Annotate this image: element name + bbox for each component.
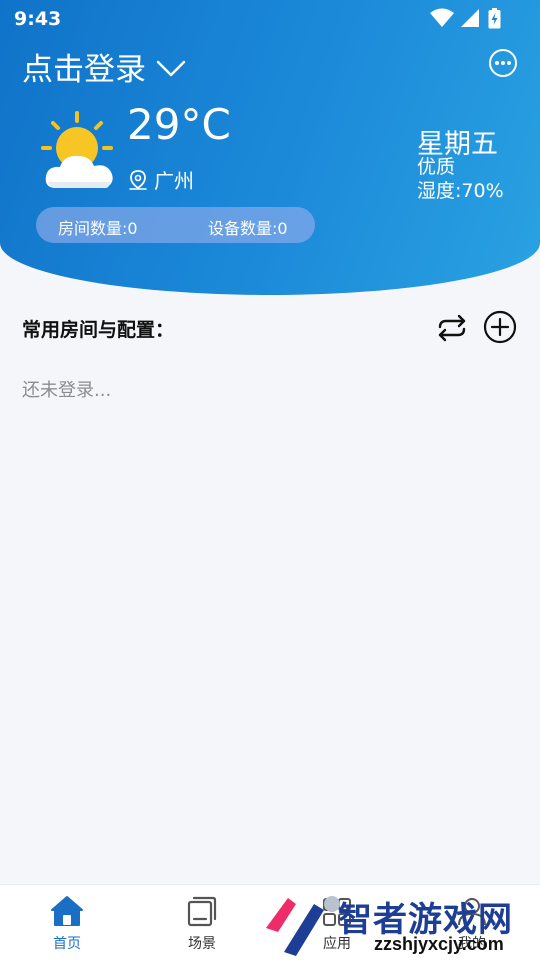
login-label: 点击登录 xyxy=(22,52,146,88)
wifi-icon xyxy=(430,8,454,27)
nav-label-scene: 场景 xyxy=(188,936,216,952)
humidity-label: 湿度:70% xyxy=(417,180,504,202)
login-button[interactable]: 点击登录 xyxy=(22,44,186,89)
city-location[interactable]: 广州 xyxy=(128,165,194,194)
nav-item-scene[interactable]: 场景 xyxy=(152,885,252,960)
chevron-down-icon xyxy=(156,60,186,76)
air-quality-label: 优质 xyxy=(417,156,456,178)
watermark-logo: 智者游戏网 zzshjyxcjy.com xyxy=(262,892,540,960)
watermark-site: zzshjyxcjy.com xyxy=(374,934,504,954)
battery-charging-icon xyxy=(488,8,501,29)
empty-state-text: 还未登录... xyxy=(22,380,112,401)
room-count: 房间数量:0 xyxy=(58,219,138,238)
city-name: 广州 xyxy=(154,169,194,193)
location-pin-icon xyxy=(129,169,147,190)
nav-item-home[interactable]: 首页 xyxy=(17,885,117,960)
section-title: 常用房间与配置： xyxy=(22,319,175,341)
status-time: 9:43 xyxy=(14,8,62,30)
status-bar: 9:43 xyxy=(0,0,540,36)
cellular-signal-icon xyxy=(461,9,479,27)
home-icon xyxy=(51,896,83,926)
sync-icon[interactable] xyxy=(435,311,469,345)
counts-pill: 房间数量:0 设备数量:0 xyxy=(36,207,315,243)
device-count: 设备数量:0 xyxy=(208,219,288,238)
temperature-value: 29°C xyxy=(127,100,231,149)
partly-cloudy-icon xyxy=(41,111,113,188)
nav-label-home: 首页 xyxy=(53,936,81,952)
add-icon[interactable] xyxy=(483,310,517,344)
more-options-icon[interactable] xyxy=(488,48,518,78)
scene-icon xyxy=(187,896,217,927)
watermark-emblem-icon xyxy=(266,896,340,956)
